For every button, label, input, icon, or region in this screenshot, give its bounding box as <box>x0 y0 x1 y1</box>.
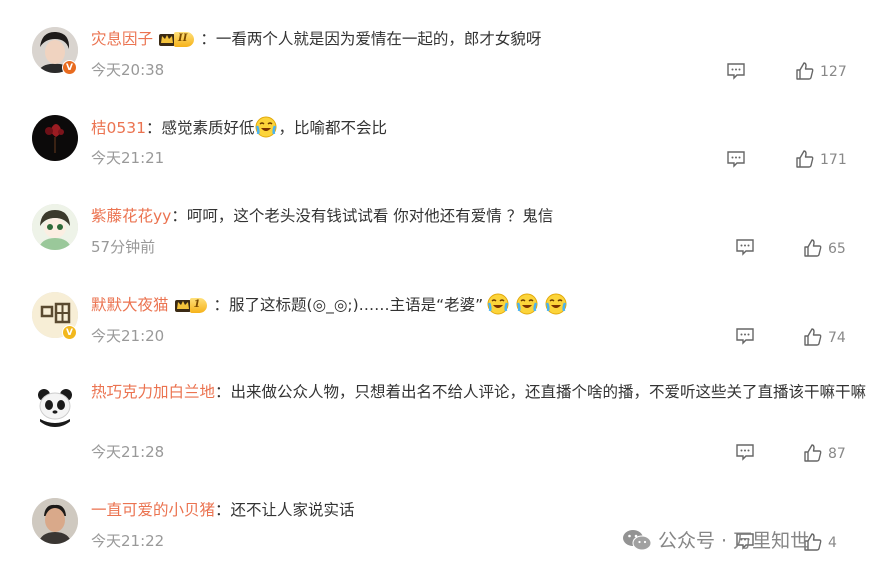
wechat-icon <box>623 529 652 550</box>
comment-icon[interactable] <box>726 150 746 168</box>
timestamp: 57分钟前 <box>91 238 156 256</box>
like-count: 74 <box>828 330 846 346</box>
timestamp: 今天21:21 <box>91 149 165 167</box>
level-badge: 1 <box>173 296 208 314</box>
comment-line: 桔0531：感觉素质好低 ，比喻都不会比 <box>91 116 387 139</box>
like-count: 65 <box>828 241 846 257</box>
comment-text: 还不让人家说实话 <box>230 501 355 519</box>
thumbs-up-icon[interactable] <box>803 238 823 258</box>
comment-text: 一看两个人就是因为爱情在一起的，郎才女貌呀 <box>215 30 542 48</box>
comment-icon[interactable] <box>735 238 755 256</box>
comment-icon[interactable] <box>735 443 755 461</box>
watermark: 公众号 · 万里知世 <box>622 526 809 553</box>
username[interactable]: 默默大夜猫 <box>91 296 169 314</box>
username[interactable]: 灾息因子 <box>91 30 153 48</box>
comment-line: 默默大夜猫 1 ：服了这标题(◎_◎;)……主语是“老婆” <box>91 293 568 316</box>
watermark-text: 公众号 · 万里知世 <box>658 530 810 552</box>
thumbs-up-icon[interactable] <box>803 327 823 347</box>
comment-text: 服了这标题(◎_◎;)……主语是“老婆” <box>229 296 484 314</box>
laugh-cry-emoji <box>516 293 538 315</box>
timestamp: 今天21:22 <box>91 532 165 550</box>
comment-line: 一直可爱的小贝猪：还不让人家说实话 <box>91 501 355 519</box>
avatar[interactable] <box>32 498 78 544</box>
comment-icon[interactable] <box>735 327 755 345</box>
timestamp: 今天21:28 <box>91 443 165 461</box>
level-badge: II <box>157 30 195 48</box>
avatar[interactable] <box>32 115 78 161</box>
timestamp: 今天20:38 <box>91 61 165 79</box>
thumbs-up-icon[interactable] <box>795 149 815 169</box>
comment-line: 灾息因子 II ：一看两个人就是因为爱情在一起的，郎才女貌呀 <box>91 30 542 48</box>
username[interactable]: 一直可爱的小贝猪 <box>91 501 215 519</box>
thumbs-up-icon[interactable] <box>795 61 815 81</box>
like-count: 4 <box>828 535 837 551</box>
comment-text: ，比喻都不会比 <box>278 119 387 137</box>
avatar[interactable] <box>32 204 78 250</box>
comment-text: 感觉素质好低 <box>161 119 255 137</box>
comment-line: 紫藤花花yy：呵呵，这个老头没有钱试试看 你对他还有爱情 ？鬼信 <box>91 207 554 225</box>
laugh-cry-emoji <box>545 293 567 315</box>
username[interactable]: 紫藤花花yy <box>91 207 171 225</box>
thumbs-up-icon[interactable] <box>803 443 823 463</box>
like-count: 87 <box>828 446 846 462</box>
avatar[interactable] <box>32 381 78 427</box>
comment-icon[interactable] <box>726 62 746 80</box>
comment-text: 呵呵，这个老头没有钱试试看 你对他还有爱情 ？鬼信 <box>186 207 554 225</box>
username[interactable]: 热巧克力加白兰地 <box>91 383 215 401</box>
like-count: 127 <box>820 64 847 80</box>
timestamp: 今天21:20 <box>91 327 165 345</box>
comment-line: 热巧克力加白兰地：出来做公众人物，只想着出名不给人评论，还直播个啥的播，不爱听这… <box>91 383 867 401</box>
laugh-cry-emoji <box>487 293 509 315</box>
username[interactable]: 桔0531 <box>91 119 146 137</box>
like-count: 171 <box>820 152 847 168</box>
laugh-cry-emoji <box>255 116 277 138</box>
verified-badge: V <box>62 60 77 75</box>
verified-badge: V <box>62 325 77 340</box>
comment-text: 出来做公众人物，只想着出名不给人评论，还直播个啥的播，不爱听这些关了直播该干嘛干… <box>230 383 867 401</box>
